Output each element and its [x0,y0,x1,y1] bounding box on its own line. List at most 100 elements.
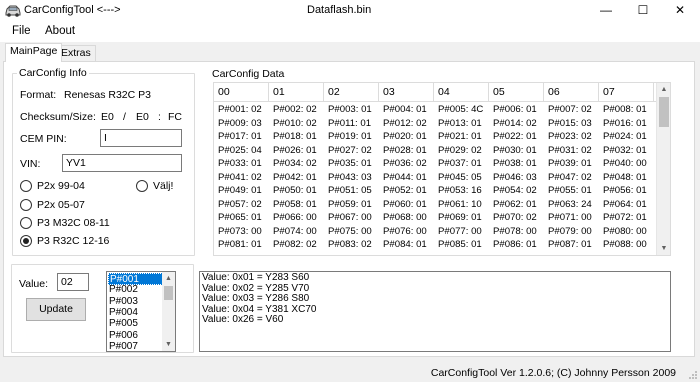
radio-valj[interactable] [136,180,148,192]
grid-cell[interactable]: P#026: 01 [269,144,324,158]
grid-cell[interactable]: P#069: 01 [434,211,489,225]
grid-cell[interactable]: P#071: 00 [544,211,599,225]
grid-header-cell[interactable]: 03 [379,83,434,102]
grid-cell[interactable]: P#002: 02 [269,103,324,117]
grid-cell[interactable]: P#056: 01 [599,184,654,198]
grid-vertical-scrollbar[interactable]: ▲ ▼ [656,83,670,255]
scroll-down-icon[interactable]: ▼ [657,242,670,255]
grid-header-cell[interactable]: 01 [269,83,324,102]
grid-cell[interactable]: P#036: 02 [379,157,434,171]
tab-mainpage[interactable]: MainPage [5,43,63,62]
grid-cell[interactable]: P#030: 01 [489,144,544,158]
grid-header-cell[interactable]: 02 [324,83,379,102]
grid-cell[interactable]: P#061: 10 [434,198,489,212]
grid-cell[interactable]: P#058: 01 [269,198,324,212]
listbox-scrollbar[interactable]: ▲ ▼ [162,272,175,351]
grid-cell[interactable]: P#006: 01 [489,103,544,117]
grid-cell[interactable]: P#029: 02 [434,144,489,158]
grid-cell[interactable]: P#020: 01 [379,130,434,144]
grid-cell[interactable]: P#007: 02 [544,103,599,117]
radio-p3-r32c-label[interactable]: P3 R32C 12-16 [37,235,109,247]
grid-cell[interactable]: P#010: 02 [269,117,324,131]
close-button[interactable]: ✕ [660,0,700,22]
list-item[interactable]: P#002 [108,284,163,296]
radio-p3-r32c[interactable] [20,235,32,247]
grid-cell[interactable]: P#009: 03 [214,117,269,131]
radio-p3-m32c-label[interactable]: P3 M32C 08-11 [37,217,110,229]
grid-cell[interactable]: P#083: 02 [324,238,379,252]
grid-cell[interactable]: P#079: 00 [544,225,599,239]
list-scroll-down-icon[interactable]: ▼ [162,338,175,351]
grid-cell[interactable]: P#082: 02 [269,238,324,252]
vin-field[interactable] [62,154,182,172]
grid-cell[interactable]: P#047: 02 [544,171,599,185]
grid-header-cell[interactable]: 07 [599,83,654,102]
grid-cell[interactable]: P#055: 01 [544,184,599,198]
list-scroll-up-icon[interactable]: ▲ [162,272,175,285]
grid-cell[interactable]: P#039: 01 [544,157,599,171]
scroll-up-icon[interactable]: ▲ [657,83,670,96]
grid-cell[interactable]: P#035: 01 [324,157,379,171]
grid-cell[interactable]: P#001: 02 [214,103,269,117]
grid-cell[interactable]: P#051: 05 [324,184,379,198]
grid-cell[interactable]: P#075: 00 [324,225,379,239]
list-item[interactable]: P#004 [108,307,163,319]
grid-cell[interactable]: P#025: 04 [214,144,269,158]
resize-grip-icon[interactable] [688,370,698,380]
grid-cell[interactable]: P#005: 4C [434,103,489,117]
grid-header-cell[interactable]: 06 [544,83,599,102]
grid-cell[interactable]: P#008: 01 [599,103,654,117]
grid-cell[interactable]: P#050: 01 [269,184,324,198]
grid-cell[interactable]: P#053: 16 [434,184,489,198]
grid-cell[interactable]: P#024: 01 [599,130,654,144]
grid-cell[interactable]: P#067: 00 [324,211,379,225]
list-scroll-thumb[interactable] [164,286,173,300]
grid-cell[interactable]: P#016: 01 [599,117,654,131]
grid-cell[interactable]: P#081: 01 [214,238,269,252]
grid-cell[interactable]: P#074: 00 [269,225,324,239]
radio-valj-label[interactable]: Välj! [153,180,173,192]
radio-p3-m32c[interactable] [20,217,32,229]
grid-cell[interactable]: P#078: 00 [489,225,544,239]
grid-cell[interactable]: P#085: 01 [434,238,489,252]
grid-cell[interactable]: P#048: 01 [599,171,654,185]
cem-pin-field[interactable] [100,129,182,147]
grid-cell[interactable]: P#072: 01 [599,211,654,225]
grid-cell[interactable]: P#034: 02 [269,157,324,171]
grid-cell[interactable]: P#054: 02 [489,184,544,198]
grid-cell[interactable]: P#068: 00 [379,211,434,225]
grid-cell[interactable]: P#076: 00 [379,225,434,239]
grid-cell[interactable]: P#019: 01 [324,130,379,144]
list-item[interactable]: P#001 [108,273,163,285]
maximize-button[interactable]: ☐ [623,0,663,22]
grid-cell[interactable]: P#060: 01 [379,198,434,212]
grid-cell[interactable]: P#044: 01 [379,171,434,185]
grid-cell[interactable]: P#014: 02 [489,117,544,131]
grid-cell[interactable]: P#041: 02 [214,171,269,185]
grid-cell[interactable]: P#017: 01 [214,130,269,144]
parameter-listbox[interactable]: P#001 P#002 P#003 P#004 P#005 P#006 P#007 ▲ ▼ [106,271,176,352]
update-button[interactable]: Update [26,298,86,321]
grid-cell[interactable]: P#043: 03 [324,171,379,185]
grid-cell[interactable]: P#023: 02 [544,130,599,144]
grid-cell[interactable]: P#004: 01 [379,103,434,117]
radio-p2x-0507[interactable] [20,199,32,211]
grid-cell[interactable]: P#031: 02 [544,144,599,158]
list-item[interactable]: P#006 [108,330,163,342]
grid-cell[interactable]: P#066: 00 [269,211,324,225]
grid-cell[interactable]: P#015: 03 [544,117,599,131]
list-item[interactable]: P#007 [108,341,163,351]
grid-cell[interactable]: P#037: 01 [434,157,489,171]
grid-cell[interactable]: P#077: 00 [434,225,489,239]
grid-cell[interactable]: P#045: 05 [434,171,489,185]
grid-cell[interactable]: P#040: 00 [599,157,654,171]
grid-cell[interactable]: P#057: 02 [214,198,269,212]
grid-cell[interactable]: P#013: 01 [434,117,489,131]
value-description-box[interactable]: Value: 0x01 = Y283 S60 Value: 0x02 = Y285… [199,271,671,352]
grid-cell[interactable]: P#065: 01 [214,211,269,225]
grid-header-cell[interactable]: 00 [214,83,269,102]
grid-cell[interactable]: P#084: 01 [379,238,434,252]
grid-cell[interactable]: P#086: 01 [489,238,544,252]
grid-cell[interactable]: P#062: 01 [489,198,544,212]
grid-cell[interactable]: P#011: 01 [324,117,379,131]
